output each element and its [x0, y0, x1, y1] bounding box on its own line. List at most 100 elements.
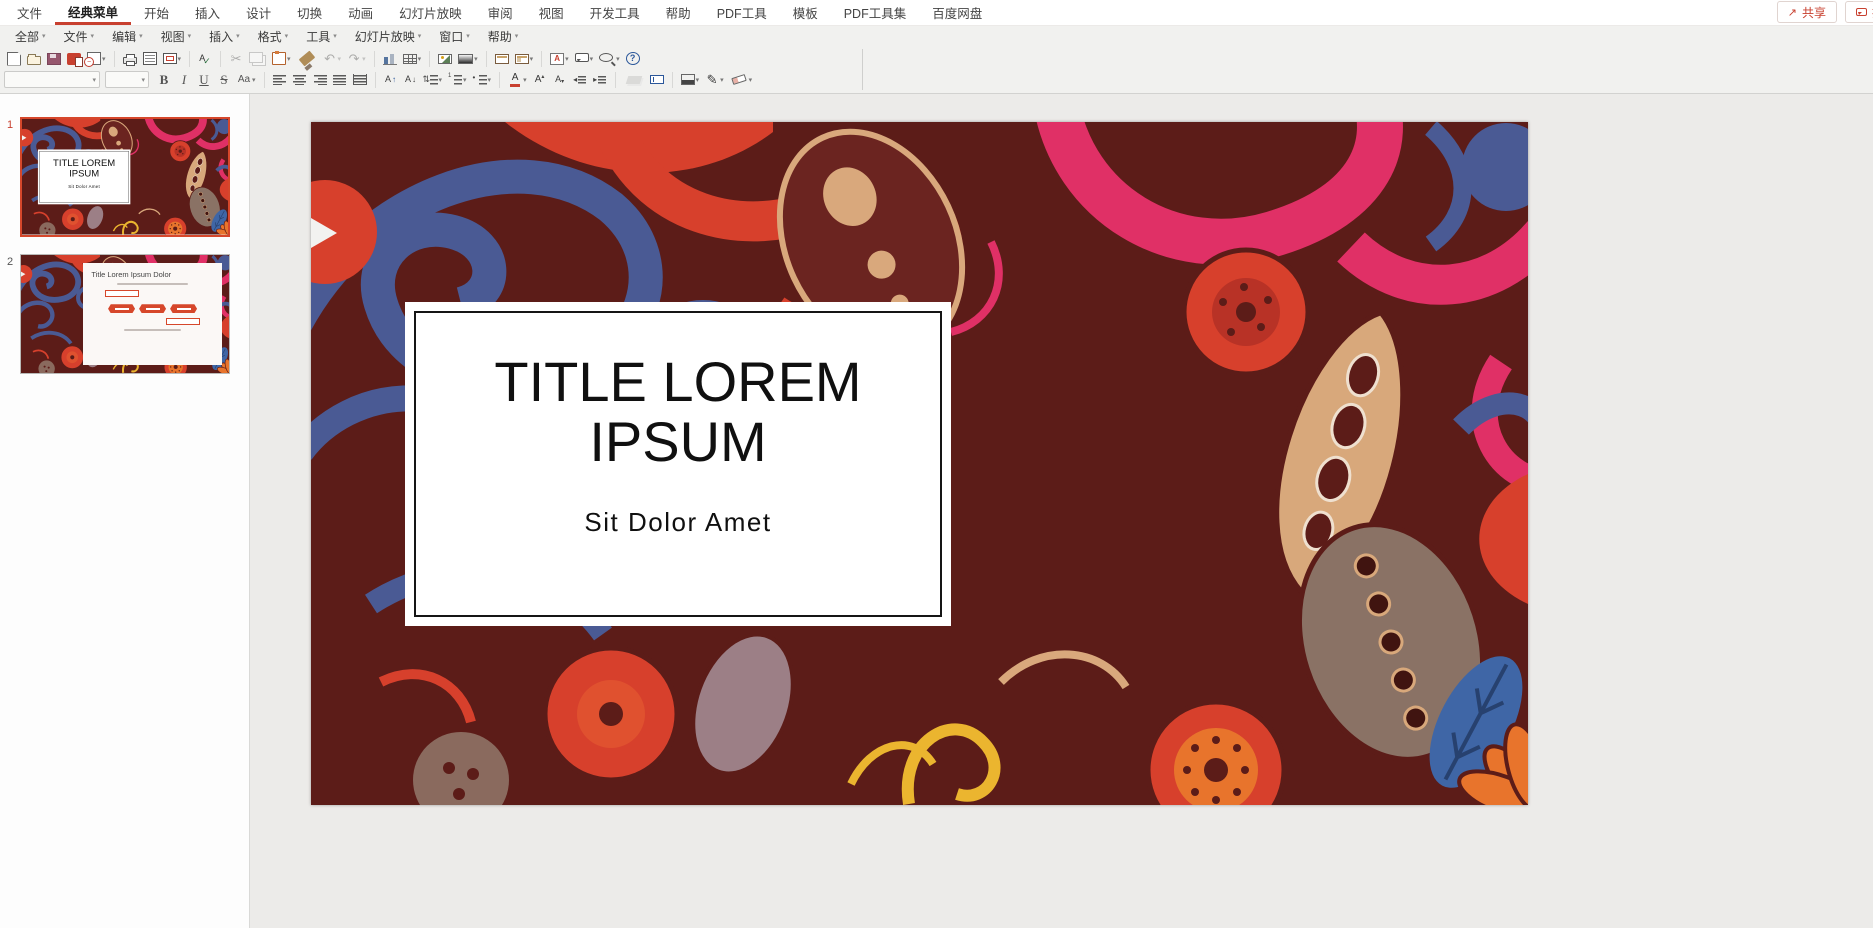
eraser-icon: [731, 74, 746, 85]
line-spacing-button[interactable]: ▾: [421, 70, 446, 90]
ribbon-tab[interactable]: 经典菜单: [55, 0, 131, 25]
numbered-list-button[interactable]: ▾: [445, 70, 470, 90]
open-file-button[interactable]: [24, 49, 44, 69]
align-left-button[interactable]: [270, 70, 290, 90]
paste-button[interactable]: ▾: [269, 49, 294, 69]
text-box-button[interactable]: ▾: [547, 49, 572, 69]
photo-album-button[interactable]: [435, 49, 455, 69]
align-right-button[interactable]: [310, 70, 330, 90]
find-button[interactable]: ▾: [596, 49, 623, 69]
comment-button[interactable]: 批注: [1845, 1, 1873, 23]
cut-icon: ✂: [229, 51, 243, 67]
ribbon-tab[interactable]: 百度网盘: [919, 0, 995, 25]
title-placeholder[interactable]: TITLE LOREM IPSUM Sit Dolor Amet: [405, 302, 951, 626]
ribbon-tab[interactable]: 幻灯片放映: [386, 0, 475, 25]
increase-font-size-button[interactable]: [530, 70, 550, 90]
menu-item[interactable]: 文件▾: [55, 28, 104, 45]
ribbon-tab[interactable]: 审阅: [475, 0, 526, 25]
menu-item[interactable]: 全部▾: [6, 28, 55, 45]
dropdown-caret-icon: ▾: [463, 76, 467, 84]
align-center-button[interactable]: [290, 70, 310, 90]
export-pdf-button[interactable]: ▾: [84, 49, 109, 69]
ribbon-tab[interactable]: 视图: [526, 0, 577, 25]
slide-background-button[interactable]: ▾: [455, 49, 481, 69]
chevron-down-icon: ▾: [42, 32, 46, 40]
save-as-button[interactable]: [64, 49, 84, 69]
menu-item[interactable]: 工具▾: [297, 28, 346, 45]
menu-label: 帮助: [488, 28, 512, 45]
ribbon-tab[interactable]: PDF工具集: [831, 0, 920, 25]
chevron-down-icon: ▾: [515, 32, 519, 40]
placeholder-text-line: [117, 283, 188, 285]
shadow-style-button[interactable]: [621, 70, 647, 90]
decrease-indent-button[interactable]: [570, 70, 590, 90]
slide-title: TITLE LOREM IPSUM: [38, 158, 130, 178]
ribbon-tab[interactable]: 切换: [284, 0, 335, 25]
justify-button[interactable]: [330, 70, 350, 90]
insert-textbox-button[interactable]: [647, 70, 667, 90]
new-slide-button[interactable]: [492, 49, 512, 69]
font-size-combo[interactable]: ▾: [105, 71, 149, 88]
change-case-button[interactable]: Aa▾: [234, 70, 259, 90]
increase-indent-button[interactable]: [590, 70, 610, 90]
insert-chart-button[interactable]: [380, 49, 400, 69]
eraser-button[interactable]: ▾: [727, 70, 756, 90]
bullet-list-button[interactable]: ▾: [470, 70, 495, 90]
font-color-button[interactable]: ▾: [505, 70, 530, 90]
menu-item[interactable]: 视图▾: [152, 28, 201, 45]
print-preview-button[interactable]: [140, 49, 160, 69]
slide-title[interactable]: TITLE LOREM IPSUM: [405, 352, 951, 473]
save-button[interactable]: [44, 49, 64, 69]
ribbon-tab[interactable]: 动画: [335, 0, 386, 25]
menu-label: 编辑: [112, 28, 136, 45]
print-button[interactable]: [120, 49, 140, 69]
share-button[interactable]: ↗ 共享: [1777, 1, 1837, 23]
menu-item[interactable]: 插入▾: [200, 28, 249, 45]
slide-1-thumbnail[interactable]: TITLE LOREM IPSUM Sit Dolor Amet: [20, 117, 230, 237]
insert-table-button[interactable]: ▾: [400, 49, 425, 69]
ribbon-tab[interactable]: 开发工具: [577, 0, 653, 25]
slide-layout-button[interactable]: ▾: [512, 49, 537, 69]
ribbon-tab[interactable]: PDF工具: [704, 0, 780, 25]
text-direction-button[interactable]: [381, 70, 401, 90]
menu-label: 格式: [258, 28, 282, 45]
ribbon-tab[interactable]: 插入: [182, 0, 233, 25]
slide-1-canvas[interactable]: TITLE LOREM IPSUM Sit Dolor Amet: [311, 122, 1528, 805]
menu-item[interactable]: 帮助▾: [479, 28, 528, 45]
undo-button[interactable]: ↶▾: [320, 49, 345, 69]
help-button[interactable]: [623, 49, 643, 69]
ribbon-tab[interactable]: 开始: [131, 0, 182, 25]
bold-button[interactable]: B: [154, 70, 174, 90]
underline-button[interactable]: U: [194, 70, 214, 90]
format-painter-icon: [298, 51, 315, 67]
align-center-icon: [293, 74, 307, 85]
menu-item[interactable]: 格式▾: [249, 28, 298, 45]
italic-button[interactable]: I: [174, 70, 194, 90]
menu-item[interactable]: 幻灯片放映▾: [346, 28, 431, 45]
slide-2-thumbnail[interactable]: Title Lorem Ipsum Dolor: [20, 254, 230, 374]
redo-button[interactable]: ↷▾: [344, 49, 369, 69]
cut-button[interactable]: ✂: [226, 49, 246, 69]
line-color-button[interactable]: ✎▾: [702, 70, 727, 90]
page-setup-button[interactable]: ▾: [160, 49, 185, 69]
format-painter-button[interactable]: [294, 49, 320, 69]
font-family-combo[interactable]: ▾: [4, 71, 100, 88]
menu-item[interactable]: 编辑▾: [103, 28, 152, 45]
ribbon-tab[interactable]: 设计: [233, 0, 284, 25]
menu-item[interactable]: 窗口▾: [430, 28, 479, 45]
distribute-text-button[interactable]: [350, 70, 370, 90]
strikethrough-button[interactable]: S: [214, 70, 234, 90]
decrease-font-size-button[interactable]: [550, 70, 570, 90]
spellcheck-button[interactable]: [195, 49, 215, 69]
callout-button[interactable]: ▾: [572, 49, 597, 69]
ribbon-tab[interactable]: 文件: [4, 0, 55, 25]
slide-subtitle[interactable]: Sit Dolor Amet: [405, 507, 951, 538]
dropdown-caret-icon: ▾: [523, 76, 527, 84]
vertical-text-button[interactable]: [401, 70, 421, 90]
fill-color-button[interactable]: ▾: [678, 70, 703, 90]
ribbon-tab[interactable]: 模板: [780, 0, 831, 25]
copy-button[interactable]: [246, 49, 269, 69]
slide-2-title: Title Lorem Ipsum Dolor: [91, 270, 213, 279]
ribbon-tab[interactable]: 帮助: [653, 0, 704, 25]
new-document-button[interactable]: [4, 49, 24, 69]
